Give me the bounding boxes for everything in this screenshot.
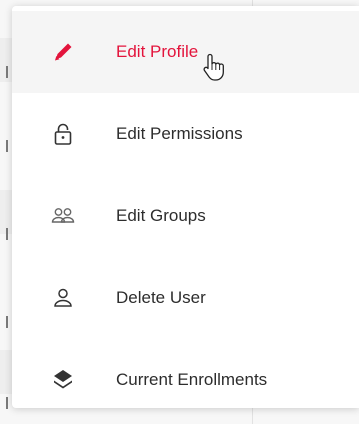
background-row-marker xyxy=(6,316,8,328)
users-icon xyxy=(50,203,76,229)
pencil-icon xyxy=(50,39,76,65)
layers-icon xyxy=(50,367,76,393)
user-actions-menu: Edit Profile Edit Permissions Edit Group… xyxy=(12,6,359,408)
menu-item-delete-user[interactable]: Delete User xyxy=(12,257,359,339)
menu-item-label: Edit Profile xyxy=(116,42,199,61)
lock-icon xyxy=(50,121,76,147)
menu-item-edit-profile[interactable]: Edit Profile xyxy=(12,11,359,93)
background-row-marker xyxy=(6,397,8,409)
hand-pointer-cursor-icon xyxy=(203,53,224,81)
user-icon xyxy=(50,285,76,311)
background-row-marker xyxy=(6,66,8,78)
background-row-marker xyxy=(6,228,8,240)
background-row-marker xyxy=(6,140,8,152)
menu-item-edit-groups[interactable]: Edit Groups xyxy=(12,175,359,257)
menu-item-edit-permissions[interactable]: Edit Permissions xyxy=(12,93,359,175)
menu-item-label: Delete User xyxy=(116,288,206,307)
menu-item-label: Current Enrollments xyxy=(116,370,268,389)
menu-item-label: Edit Permissions xyxy=(116,124,243,143)
menu-item-label: Edit Groups xyxy=(116,206,206,225)
menu-item-current-enrollments[interactable]: Current Enrollments xyxy=(12,339,359,421)
